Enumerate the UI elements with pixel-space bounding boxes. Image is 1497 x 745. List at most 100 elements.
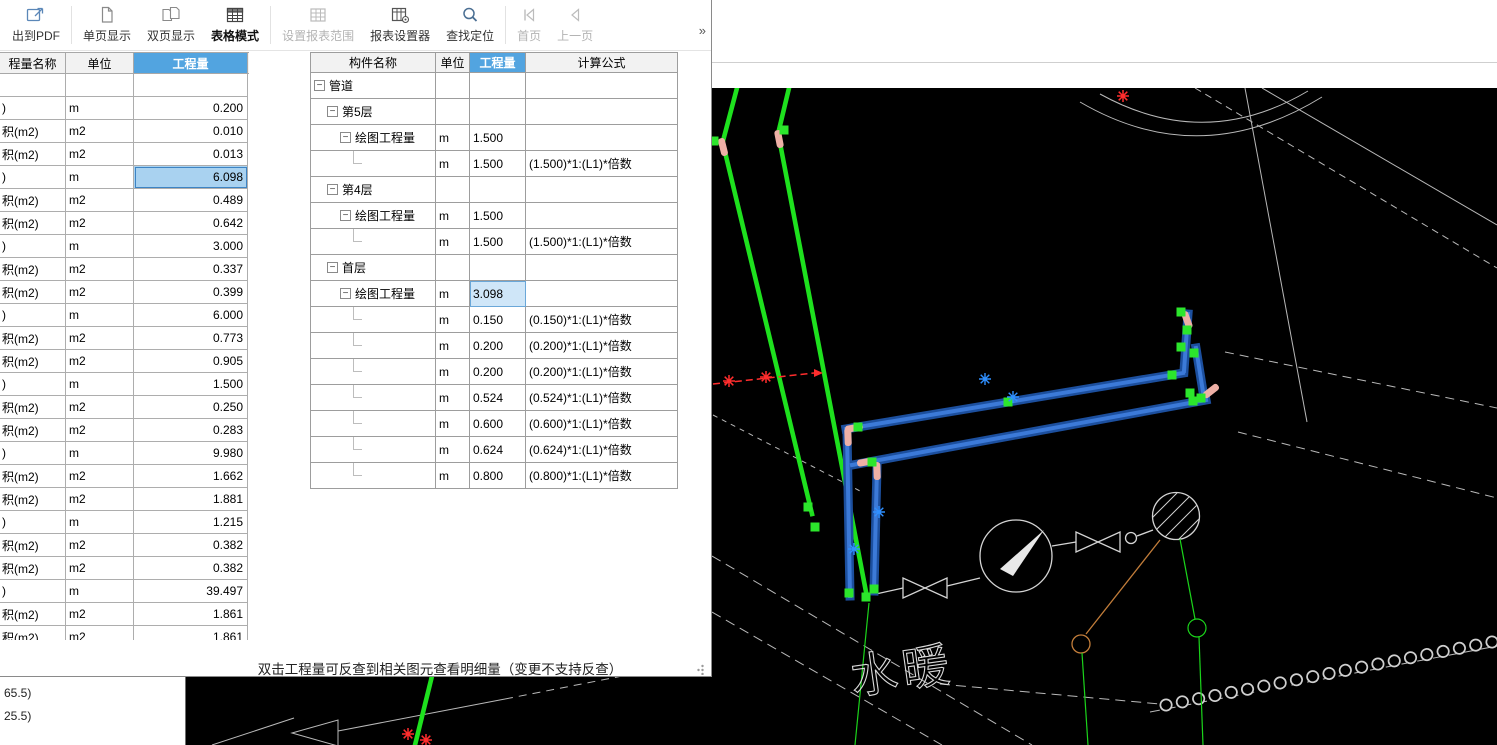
toolbar-button-find-locate[interactable]: 查找定位 bbox=[438, 0, 502, 50]
quantity-value-cell[interactable]: 0.250 bbox=[134, 396, 248, 419]
quantity-value-cell[interactable]: 0.489 bbox=[134, 189, 248, 212]
tree-collapse-icon[interactable]: − bbox=[314, 80, 325, 91]
quantity-cell[interactable]: 1.500 bbox=[470, 203, 526, 229]
toolbar-button-first-page[interactable]: 首页 bbox=[509, 0, 549, 50]
table-row[interactable]: 积(m2) m2 0.013 bbox=[0, 143, 249, 166]
column-header[interactable]: 单位 bbox=[436, 53, 470, 72]
quantity-cell[interactable]: 3.098 bbox=[470, 281, 526, 307]
table-row[interactable]: m 0.624 (0.624)*1:(L1)*倍数 bbox=[310, 437, 678, 463]
quantity-cell[interactable]: 0.524 bbox=[470, 385, 526, 411]
column-header[interactable]: 计算公式 bbox=[526, 53, 678, 72]
quantity-value-cell[interactable]: 0.013 bbox=[134, 143, 248, 166]
table-row[interactable]: − 绘图工程量 m 3.098 bbox=[310, 281, 678, 307]
table-row[interactable]: m 0.200 (0.200)*1:(L1)*倍数 bbox=[310, 333, 678, 359]
table-row[interactable] bbox=[0, 74, 249, 97]
quantity-cell[interactable]: 0.200 bbox=[470, 359, 526, 385]
table-row[interactable]: − 绘图工程量 m 1.500 bbox=[310, 125, 678, 151]
list-item[interactable]: 25.5) bbox=[0, 705, 185, 728]
toolbar-button-table-mode[interactable]: 表格模式 bbox=[203, 0, 267, 50]
quantity-cell[interactable]: 0.600 bbox=[470, 411, 526, 437]
quantity-value-cell[interactable]: 0.337 bbox=[134, 258, 248, 281]
quantity-value-cell[interactable]: 9.980 bbox=[134, 442, 248, 465]
table-row[interactable]: 积(m2) m2 0.382 bbox=[0, 534, 249, 557]
quantity-value-cell[interactable]: 0.905 bbox=[134, 350, 248, 373]
tree-collapse-icon[interactable]: − bbox=[340, 132, 351, 143]
quantity-cell[interactable]: 1.500 bbox=[470, 125, 526, 151]
quantity-value-cell[interactable]: 0.773 bbox=[134, 327, 248, 350]
table-row[interactable]: 积(m2) m2 0.773 bbox=[0, 327, 249, 350]
tree-collapse-icon[interactable]: − bbox=[327, 184, 338, 195]
quantity-value-cell[interactable]: 6.000 bbox=[134, 304, 248, 327]
quantity-cell[interactable] bbox=[470, 73, 526, 99]
table-row[interactable]: ) m 1.500 bbox=[0, 373, 249, 396]
table-row[interactable]: ) m 3.000 bbox=[0, 235, 249, 258]
column-header[interactable]: 单位 bbox=[66, 53, 134, 73]
quantity-value-cell[interactable]: 1.662 bbox=[134, 465, 248, 488]
quantity-value-cell[interactable]: 39.497 bbox=[134, 580, 248, 603]
quantity-cell[interactable] bbox=[470, 99, 526, 125]
quantity-value-cell[interactable]: 1.500 bbox=[134, 373, 248, 396]
toolbar-button-single-page[interactable]: 单页显示 bbox=[75, 0, 139, 50]
table-row[interactable]: 积(m2) m2 0.382 bbox=[0, 557, 249, 580]
quantity-value-cell[interactable]: 0.382 bbox=[134, 557, 248, 580]
table-row[interactable]: ) m 39.497 bbox=[0, 580, 249, 603]
table-row[interactable]: − 第4层 bbox=[310, 177, 678, 203]
column-header[interactable]: 程量名称 bbox=[0, 53, 66, 73]
quantity-cell[interactable]: 0.624 bbox=[470, 437, 526, 463]
toolbar-button-double-page[interactable]: 双页显示 bbox=[139, 0, 203, 50]
tree-collapse-icon[interactable]: − bbox=[340, 288, 351, 299]
quantity-cell[interactable]: 1.500 bbox=[470, 151, 526, 177]
table-row[interactable]: − 绘图工程量 m 1.500 bbox=[310, 203, 678, 229]
table-row[interactable]: 积(m2) m2 0.337 bbox=[0, 258, 249, 281]
table-row[interactable]: m 0.600 (0.600)*1:(L1)*倍数 bbox=[310, 411, 678, 437]
quantity-cell[interactable]: 0.150 bbox=[470, 307, 526, 333]
toolbar-button-export-pdf[interactable]: 出到PDF bbox=[4, 0, 68, 50]
quantity-value-cell[interactable]: 3.000 bbox=[134, 235, 248, 258]
column-header[interactable]: 构件名称 bbox=[311, 53, 436, 72]
list-item[interactable]: 65.5) bbox=[0, 682, 185, 705]
column-header-quantity[interactable]: 工程量 bbox=[470, 53, 526, 72]
table-row[interactable]: ) m 6.098 bbox=[0, 166, 249, 189]
tree-collapse-icon[interactable]: − bbox=[327, 106, 338, 117]
resize-grip-icon[interactable] bbox=[693, 662, 705, 680]
table-row[interactable]: 积(m2) m2 0.283 bbox=[0, 419, 249, 442]
table-row[interactable]: ) m 6.000 bbox=[0, 304, 249, 327]
quantity-value-cell[interactable]: 1.881 bbox=[134, 488, 248, 511]
tree-collapse-icon[interactable]: − bbox=[327, 262, 338, 273]
table-row[interactable]: m 1.500 (1.500)*1:(L1)*倍数 bbox=[310, 151, 678, 177]
column-header-quantity[interactable]: 工程量 bbox=[134, 53, 248, 73]
quantity-cell[interactable]: 0.200 bbox=[470, 333, 526, 359]
quantity-value-cell[interactable]: 0.010 bbox=[134, 120, 248, 143]
table-row[interactable]: m 0.200 (0.200)*1:(L1)*倍数 bbox=[310, 359, 678, 385]
quantity-cell[interactable]: 1.500 bbox=[470, 229, 526, 255]
toolbar-button-report-range[interactable]: 设置报表范围 bbox=[274, 0, 362, 50]
table-row[interactable]: 积(m2) m2 0.399 bbox=[0, 281, 249, 304]
quantity-value-cell[interactable] bbox=[134, 74, 248, 97]
table-row[interactable]: m 0.800 (0.800)*1:(L1)*倍数 bbox=[310, 463, 678, 489]
quantity-value-cell[interactable]: 6.098 bbox=[134, 166, 248, 189]
table-row[interactable]: 积(m2) m2 1.861 bbox=[0, 626, 249, 640]
table-row[interactable]: 积(m2) m2 0.642 bbox=[0, 212, 249, 235]
quantity-value-cell[interactable]: 0.200 bbox=[134, 97, 248, 120]
quantity-value-cell[interactable]: 1.215 bbox=[134, 511, 248, 534]
table-row[interactable]: m 0.150 (0.150)*1:(L1)*倍数 bbox=[310, 307, 678, 333]
table-row[interactable]: 积(m2) m2 0.489 bbox=[0, 189, 249, 212]
table-row[interactable]: − 第5层 bbox=[310, 99, 678, 125]
quantity-value-cell[interactable]: 0.399 bbox=[134, 281, 248, 304]
table-row[interactable]: 积(m2) m2 1.881 bbox=[0, 488, 249, 511]
tree-collapse-icon[interactable]: − bbox=[340, 210, 351, 221]
table-row[interactable]: − 首层 bbox=[310, 255, 678, 281]
table-row[interactable]: − 管道 bbox=[310, 73, 678, 99]
toolbar-button-prev-page[interactable]: 上一页 bbox=[549, 0, 601, 50]
toolbar-button-report-designer[interactable]: 报表设置器 bbox=[362, 0, 438, 50]
table-row[interactable]: m 0.524 (0.524)*1:(L1)*倍数 bbox=[310, 385, 678, 411]
quantity-value-cell[interactable]: 0.382 bbox=[134, 534, 248, 557]
table-row[interactable]: m 1.500 (1.500)*1:(L1)*倍数 bbox=[310, 229, 678, 255]
table-row[interactable]: 积(m2) m2 1.662 bbox=[0, 465, 249, 488]
table-row[interactable]: 积(m2) m2 1.861 bbox=[0, 603, 249, 626]
quantity-value-cell[interactable]: 0.642 bbox=[134, 212, 248, 235]
table-row[interactable]: ) m 9.980 bbox=[0, 442, 249, 465]
table-row[interactable]: ) m 0.200 bbox=[0, 97, 249, 120]
table-row[interactable]: ) m 1.215 bbox=[0, 511, 249, 534]
quantity-cell[interactable] bbox=[470, 255, 526, 281]
